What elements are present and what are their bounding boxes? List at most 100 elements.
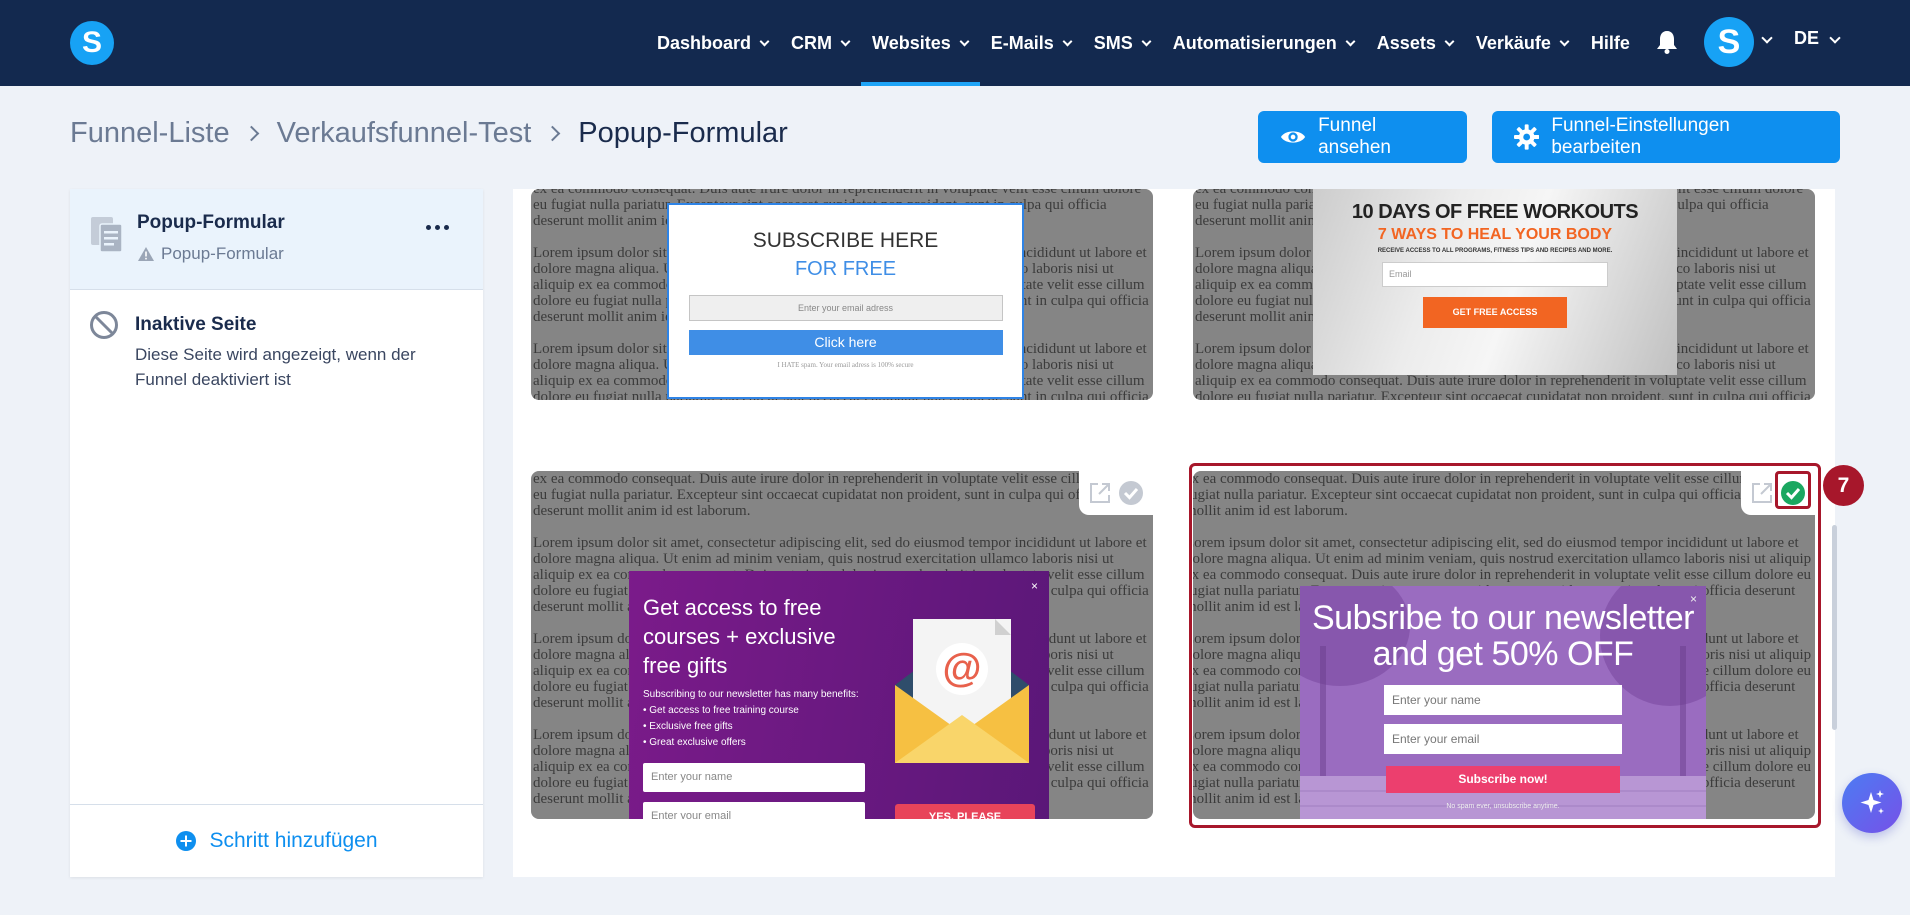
disabled-icon (90, 311, 118, 339)
chevron-down-icon (840, 36, 851, 46)
user-avatar[interactable]: S (1704, 17, 1754, 67)
bell-icon[interactable] (1656, 30, 1678, 54)
pages-icon (91, 217, 123, 253)
email-field: Enter your email (643, 802, 865, 819)
template-card-free-courses[interactable]: ex ea commodo consequat. Duis aute irure… (531, 471, 1153, 819)
nav-websites[interactable]: Websites (861, 0, 980, 86)
name-field: Enter your name (643, 763, 865, 792)
sparkle-icon (1860, 790, 1884, 814)
envelope-icon: @ (895, 619, 1029, 763)
popup-button: Click here (688, 330, 1003, 355)
dot (434, 224, 440, 230)
add-step-label: Schritt hinzufügen (209, 829, 378, 852)
selection-highlight (1189, 463, 1821, 828)
nav-assets[interactable]: Assets (1366, 0, 1465, 86)
plus-circle-icon (176, 831, 197, 851)
dot (425, 224, 431, 230)
chevron-right-icon (243, 125, 259, 142)
nav-sms-label: SMS (1093, 32, 1133, 53)
select-check-icon[interactable] (1118, 480, 1144, 506)
popup-preview: SUBSCRIBE HERE FOR FREE Enter your email… (667, 203, 1024, 399)
edit-funnel-settings-label: Funnel-Einstellungen bearbeiten (1551, 115, 1730, 158)
popup-button: YES, PLEASE (895, 804, 1035, 819)
nav-hilfe-label: Hilfe (1590, 32, 1630, 53)
chevron-down-icon[interactable] (1829, 32, 1841, 44)
close-icon: × (1031, 579, 1039, 593)
step-number-badge: 7 (1823, 465, 1864, 506)
popup-preview: 10 DAYS OF FREE WORKOUTS 7 WAYS TO HEAL … (1313, 189, 1677, 375)
chevron-down-icon (1559, 36, 1570, 46)
breadcrumb-funnel-list[interactable]: Funnel-Liste (70, 117, 230, 150)
scrollbar[interactable] (1832, 525, 1837, 730)
popup-button: GET FREE ACCESS (1423, 297, 1567, 328)
breadcrumb-funnel[interactable]: Verkaufsfunnel-Test (277, 117, 532, 150)
nav-verkaeufe-label: Verkäufe (1475, 32, 1551, 53)
nav-automatisierungen[interactable]: Automatisierungen (1162, 0, 1366, 86)
chevron-down-icon (759, 36, 770, 46)
chevron-right-icon (545, 125, 561, 142)
chevron-down-icon (1062, 36, 1073, 46)
app-logo[interactable]: S (70, 21, 114, 65)
bullet-item: • Exclusive free gifts (643, 721, 733, 732)
view-funnel-label: Funnel ansehen (1318, 115, 1391, 158)
nav-hilfe[interactable]: Hilfe (1580, 0, 1642, 86)
nav-emails-label: E-Mails (990, 32, 1054, 53)
svg-text:@: @ (942, 646, 981, 690)
nav-crm[interactable]: CRM (780, 0, 861, 86)
gear-icon (1514, 124, 1540, 150)
chevron-down-icon (959, 36, 970, 46)
page-title: Popup-Formular (578, 117, 788, 149)
popup-heading: SUBSCRIBE HERE (752, 229, 939, 252)
bullet-item: • Great exclusive offers (643, 737, 746, 748)
nav-verkaeufe[interactable]: Verkäufe (1465, 0, 1580, 86)
email-field: Email (1382, 262, 1608, 287)
nav-assets-label: Assets (1376, 32, 1436, 53)
breadcrumb: Funnel-Liste Verkaufsfunnel-Test Popup-F… (70, 117, 788, 150)
nav-dashboard[interactable]: Dashboard (646, 0, 780, 86)
step-title: Popup-Formular (137, 212, 285, 233)
chevron-down-icon[interactable] (1761, 32, 1773, 44)
chevron-down-icon (1444, 36, 1455, 46)
top-navigation: S Dashboard CRM Websites E-Mails SMS Aut… (0, 0, 1910, 86)
nav-emails[interactable]: E-Mails (980, 0, 1083, 86)
nav-crm-label: CRM (791, 32, 833, 53)
view-funnel-button[interactable]: Funnel ansehen (1258, 111, 1467, 163)
add-step-button[interactable]: Schritt hinzufügen (70, 804, 483, 877)
language-selector[interactable]: DE (1794, 28, 1819, 49)
chevron-down-icon (1345, 36, 1356, 46)
chevron-down-icon (1141, 36, 1152, 46)
more-options-button[interactable] (415, 215, 459, 239)
template-actions (1079, 471, 1153, 515)
nav-websites-label: Websites (872, 32, 951, 53)
external-link-icon[interactable] (1088, 481, 1112, 505)
popup-small-text: RECEIVE ACCESS TO ALL PROGRAMS, FITNESS … (1377, 248, 1613, 254)
template-card-subscribe[interactable]: ex ea commodo consequat. Duis aute irure… (531, 189, 1153, 400)
nav-automatisierungen-label: Automatisierungen (1172, 32, 1337, 53)
inactive-page-description: Diese Seite wird angezeigt, wenn der Fun… (135, 345, 416, 389)
popup-heading: 10 DAYS OF FREE WORKOUTS (1351, 201, 1639, 223)
popup-subheading: FOR FREE (794, 258, 897, 280)
ai-assistant-button[interactable] (1842, 773, 1902, 833)
bullet-item: • Get access to free training course (643, 705, 799, 716)
popup-intro: Subscribing to our newsletter has many b… (643, 689, 859, 700)
template-card-workouts[interactable]: ex ea commodo consequat. Duis aute irure… (1193, 189, 1815, 400)
nav-dashboard-label: Dashboard (657, 32, 752, 53)
popup-heading: Get access to free courses + exclusive f… (643, 595, 836, 678)
inactive-page-title: Inaktive Seite (135, 314, 257, 335)
popup-body: Subscribing to our newsletter has many b… (643, 687, 888, 751)
dot (443, 224, 449, 230)
inactive-page-item[interactable]: Inaktive Seite Diese Seite wird angezeig… (70, 290, 483, 400)
eye-icon (1280, 131, 1306, 143)
step-item-popup-formular[interactable]: Popup-Formular Popup-Formular (70, 189, 483, 290)
email-field: Enter your email adress (688, 295, 1003, 321)
step-subtitle-text: Popup-Formular (161, 244, 284, 263)
check-highlight (1775, 471, 1811, 509)
main-menu: Dashboard CRM Websites E-Mails SMS Autom… (646, 0, 1642, 86)
popup-preview: × Get access to free courses + exclusive… (629, 571, 1049, 819)
popup-subheading: 7 WAYS TO HEAL YOUR BODY (1377, 226, 1613, 243)
edit-funnel-settings-button[interactable]: Funnel-Einstellungen bearbeiten (1492, 111, 1840, 163)
warning-icon (138, 247, 154, 261)
popup-note: I HATE spam. Your email adress is 100% s… (777, 361, 914, 369)
step-subtitle: Popup-Formular (137, 244, 284, 264)
nav-sms[interactable]: SMS (1083, 0, 1162, 86)
